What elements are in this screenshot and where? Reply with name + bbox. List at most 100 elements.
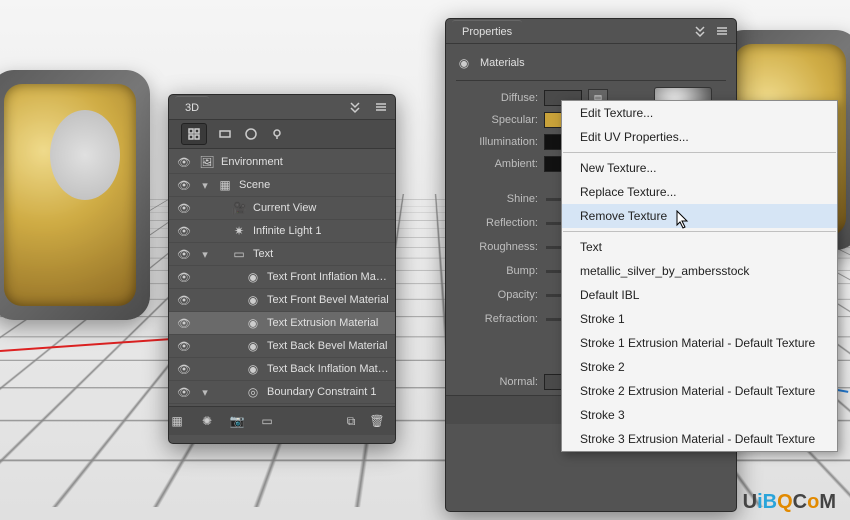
visibility-icon[interactable]: 👁 — [175, 317, 193, 330]
menu-edit-uv[interactable]: Edit UV Properties... — [562, 125, 837, 149]
scene-tree[interactable]: 👁🖼Environment 👁▾▦Scene 👁🎥Current View 👁✷… — [169, 149, 395, 406]
tree-label: Text — [253, 248, 389, 260]
tree-label: Environment — [221, 156, 389, 168]
tree-row-material[interactable]: 👁 ◉ Text Back Bevel Material — [169, 335, 395, 358]
label-normal: Normal: — [456, 376, 538, 388]
filter-materials-icon[interactable] — [243, 126, 259, 142]
render-icon[interactable]: ▦ — [169, 413, 185, 429]
light-icon: ✷ — [217, 223, 247, 239]
label-diffuse: Diffuse: — [456, 92, 538, 104]
tab-properties[interactable]: Properties — [452, 20, 522, 43]
tab-properties-label: Properties — [462, 26, 512, 38]
delete-icon[interactable]: 🗑 — [369, 413, 385, 429]
tree-row-text[interactable]: 👁 ▾ ▭ Text — [169, 243, 395, 266]
add-camera-icon[interactable]: 📷 — [229, 413, 245, 429]
label-roughness: Roughness: — [456, 241, 538, 253]
visibility-icon[interactable]: 👁 — [175, 294, 193, 307]
visibility-icon[interactable]: 👁 — [175, 225, 193, 238]
tree-label: Scene — [239, 179, 389, 191]
tree-row-current-view[interactable]: 👁🎥Current View — [169, 197, 395, 220]
tree-row-infinite-light[interactable]: 👁 ✷ Infinite Light 1 — [169, 220, 395, 243]
panel-properties-header[interactable]: Properties — [446, 19, 736, 44]
tab-3d-label: 3D — [185, 102, 199, 114]
menu-preset-ibl[interactable]: Default IBL — [562, 283, 837, 307]
material-icon: ◉ — [217, 269, 261, 285]
tree-label: Text Back Bevel Material — [267, 340, 389, 352]
visibility-icon[interactable]: 👁 — [175, 156, 193, 169]
tree-row-scene[interactable]: 👁▾▦Scene — [169, 174, 395, 197]
tree-row-material[interactable]: 👁◉Text Back Inflation Material — [169, 358, 395, 381]
material-icon: ◉ — [217, 292, 261, 308]
tree-row-material[interactable]: 👁◉Text Front Bevel Material — [169, 289, 395, 312]
tab-3d[interactable]: 3D — [175, 96, 209, 119]
label-opacity: Opacity: — [456, 289, 538, 301]
material-icon: ◉ — [217, 338, 261, 354]
label-reflection: Reflection: — [456, 217, 538, 229]
panel-3d-toolbar — [169, 120, 395, 149]
menu-preset-stroke3[interactable]: Stroke 3 — [562, 403, 837, 427]
paint-icon[interactable]: ▭ — [259, 413, 275, 429]
visibility-icon[interactable]: 👁 — [175, 248, 193, 261]
menu-preset-stroke2[interactable]: Stroke 2 — [562, 355, 837, 379]
visibility-icon[interactable]: 👁 — [175, 363, 193, 376]
letter-hole — [50, 110, 120, 200]
menu-remove-texture[interactable]: Remove Texture — [562, 204, 837, 228]
menu-replace-texture[interactable]: Replace Texture... — [562, 180, 837, 204]
menu-separator — [563, 231, 836, 232]
tree-label: Text Front Inflation Material — [267, 271, 389, 283]
tree-row-material[interactable]: 👁 ◉ Text Front Inflation Material — [169, 266, 395, 289]
visibility-icon[interactable]: 👁 — [175, 340, 193, 353]
collapse-icon[interactable] — [347, 99, 363, 115]
label-ambient: Ambient: — [456, 158, 538, 170]
label-shine: Shine: — [456, 193, 538, 205]
menu-separator — [563, 152, 836, 153]
menu-preset-stroke1-ext[interactable]: Stroke 1 Extrusion Material - Default Te… — [562, 331, 837, 355]
menu-edit-texture[interactable]: Edit Texture... — [562, 101, 837, 125]
new-icon[interactable]: ⧉ — [343, 413, 359, 429]
environment-icon: 🖼 — [199, 154, 215, 170]
tree-label: Current View — [253, 202, 389, 214]
watermark: UiBQCoM — [743, 491, 836, 514]
texture-context-menu[interactable]: Edit Texture... Edit UV Properties... Ne… — [561, 100, 838, 452]
tree-row-environment[interactable]: 👁 🖼 Environment — [169, 151, 395, 174]
materials-section-icon: ◉ — [456, 55, 472, 71]
panel-menu-icon[interactable] — [373, 99, 389, 115]
mouse-cursor — [676, 210, 690, 230]
section-materials: ◉ Materials — [456, 50, 726, 81]
filter-lights-icon[interactable] — [269, 126, 285, 142]
tree-label: Text Back Inflation Material — [267, 363, 389, 375]
material-icon: ◉ — [217, 315, 261, 331]
visibility-icon[interactable]: 👁 — [175, 202, 193, 215]
panel-3d-footer: ▦ ✺ 📷 ▭ ⧉ 🗑 — [169, 406, 395, 435]
twisty-icon[interactable]: ▾ — [199, 386, 211, 399]
collapse-icon[interactable] — [692, 23, 708, 39]
label-illumination: Illumination: — [456, 136, 538, 148]
menu-new-texture[interactable]: New Texture... — [562, 156, 837, 180]
menu-preset-stroke1[interactable]: Stroke 1 — [562, 307, 837, 331]
add-light-icon[interactable]: ✺ — [199, 413, 215, 429]
label-refraction: Refraction: — [456, 313, 538, 325]
twisty-icon[interactable]: ▾ — [199, 179, 211, 192]
menu-preset-silver[interactable]: metallic_silver_by_ambersstock — [562, 259, 837, 283]
tree-label: Text Extrusion Material — [267, 317, 389, 329]
panel-menu-icon[interactable] — [714, 23, 730, 39]
visibility-icon[interactable]: 👁 — [175, 179, 193, 192]
tree-row-boundary[interactable]: 👁▾◎Boundary Constraint 1 — [169, 381, 395, 404]
tree-label: Infinite Light 1 — [253, 225, 389, 237]
boundary-icon: ◎ — [217, 384, 261, 400]
label-specular: Specular: — [456, 114, 538, 126]
menu-preset-stroke3-ext[interactable]: Stroke 3 Extrusion Material - Default Te… — [562, 427, 837, 451]
filter-scene-icon[interactable] — [181, 123, 207, 145]
panel-3d-header[interactable]: 3D — [169, 95, 395, 120]
section-title: Materials — [480, 57, 525, 69]
visibility-icon[interactable]: 👁 — [175, 386, 193, 399]
tree-row-material-selected[interactable]: 👁 ◉ Text Extrusion Material — [169, 312, 395, 335]
twisty-icon[interactable]: ▾ — [199, 248, 211, 261]
filter-meshes-icon[interactable] — [217, 126, 233, 142]
menu-preset-stroke2-ext[interactable]: Stroke 2 Extrusion Material - Default Te… — [562, 379, 837, 403]
panel-3d[interactable]: 3D 👁 🖼 Environment 👁 ▾ ▦ Scene 👁🎥Current View… — [168, 94, 396, 444]
menu-preset-text[interactable]: Text — [562, 235, 837, 259]
mesh-icon: ▭ — [217, 246, 247, 262]
label-bump: Bump: — [456, 265, 538, 277]
visibility-icon[interactable]: 👁 — [175, 271, 193, 284]
